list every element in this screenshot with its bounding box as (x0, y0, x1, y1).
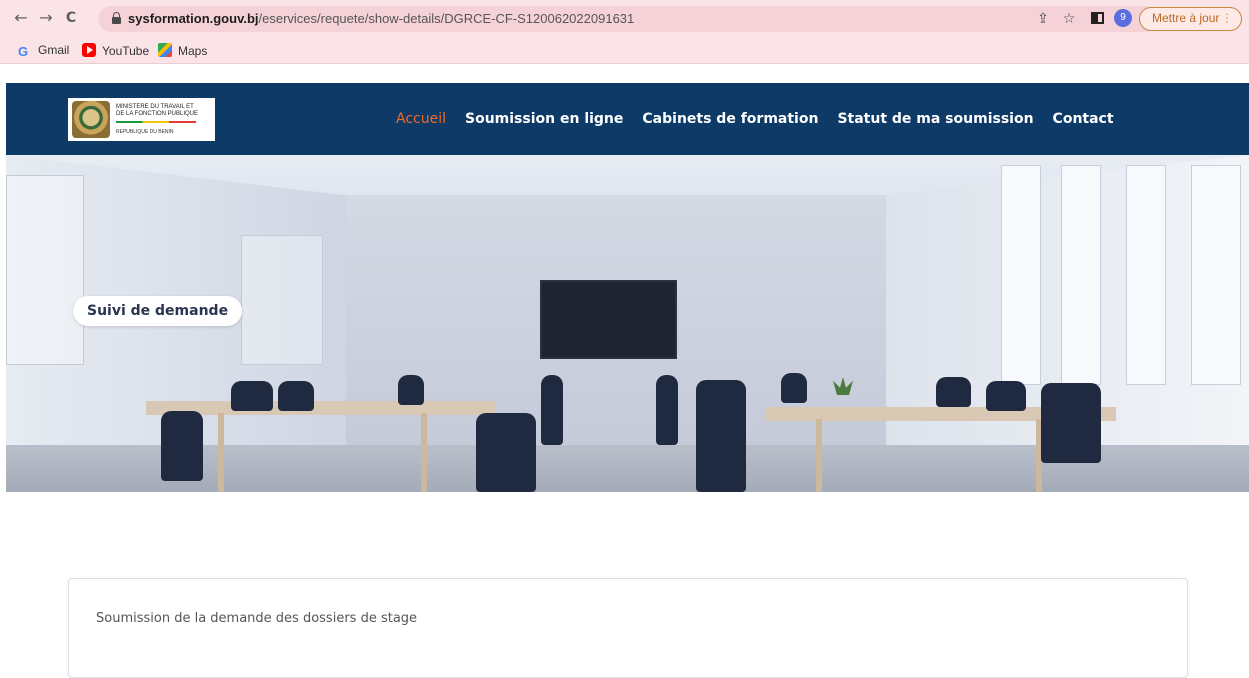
hero-window (1126, 165, 1166, 385)
hero-chair (1041, 383, 1101, 463)
benin-crest-icon (72, 101, 110, 138)
bookmark-star-icon[interactable]: ☆ (1061, 11, 1077, 27)
bookmark-label: Maps (178, 44, 208, 58)
browser-toolbar: ← → C sysformation.gouv.bj/eservices/req… (0, 0, 1249, 38)
update-button[interactable]: Mettre à jour ⋮ (1139, 7, 1242, 31)
url-path: /eservices/requete/show-details/DGRCE-CF… (258, 11, 635, 26)
youtube-icon (82, 43, 96, 57)
hero-table-leg (421, 413, 427, 492)
url-text[interactable]: sysformation.gouv.bj/eservices/requete/s… (128, 11, 634, 26)
suivi-de-demande-badge: Suivi de demande (73, 296, 243, 326)
update-button-label: Mettre à jour (1152, 11, 1220, 25)
bookmark-label: Gmail (38, 43, 70, 57)
side-panel-icon[interactable] (1091, 12, 1104, 24)
card-title: Soumission de la demande des dossiers de… (96, 611, 418, 626)
hero-chair (656, 375, 678, 445)
nav-item-cabinets-de-formation[interactable]: Cabinets de formation (642, 111, 818, 127)
hero-tv-screen (540, 280, 677, 359)
hero-table-leg (816, 419, 822, 492)
nav-item-accueil[interactable]: Accueil (396, 111, 446, 127)
site-header: MINISTERE DU TRAVAIL ET DE LA FONCTION P… (6, 83, 1249, 155)
flag-stripe (116, 121, 196, 123)
hero-chair (398, 375, 424, 405)
hero-window (1061, 165, 1101, 385)
bookmarks-bar: G Gmail YouTube Maps (0, 38, 1249, 64)
reload-icon[interactable]: C (62, 9, 80, 27)
hero-chair (986, 381, 1026, 411)
hero-window (1001, 165, 1041, 385)
address-bar[interactable]: sysformation.gouv.bj/eservices/requete/s… (98, 6, 1158, 32)
hero-chair (936, 377, 971, 407)
back-arrow-icon[interactable]: ← (12, 9, 30, 27)
share-icon[interactable]: ⇪ (1035, 11, 1051, 27)
maps-icon (158, 43, 172, 57)
url-domain: sysformation.gouv.bj (128, 11, 259, 26)
nav-item-contact[interactable]: Contact (1053, 111, 1114, 127)
logo-line-2: DE LA FONCTION PUBLIQUE (116, 111, 199, 117)
more-menu-icon[interactable]: ⋮ (1221, 8, 1233, 29)
hero-chair (781, 373, 807, 403)
logo-line-1: MINISTERE DU TRAVAIL ET (116, 104, 194, 110)
hero-chair (231, 381, 273, 411)
hero-chair (161, 411, 203, 481)
bookmark-label: YouTube (102, 44, 150, 58)
main-nav: Accueil Soumission en ligne Cabinets de … (396, 83, 1114, 155)
nav-item-statut-de-ma-soumission[interactable]: Statut de ma soumission (837, 111, 1033, 127)
ministry-logo[interactable]: MINISTERE DU TRAVAIL ET DE LA FONCTION P… (68, 98, 215, 141)
lock-icon[interactable] (112, 12, 121, 24)
hero-table-leg (218, 413, 224, 492)
profile-avatar[interactable]: 9 (1114, 9, 1132, 27)
hero-banner: Suivi de demande (6, 155, 1249, 492)
hero-chair (541, 375, 563, 445)
google-icon: G (18, 44, 29, 59)
bookmark-youtube[interactable]: YouTube (82, 43, 149, 59)
forward-arrow-icon[interactable]: → (37, 9, 55, 27)
bookmark-gmail[interactable]: G Gmail (18, 43, 69, 59)
hero-chair (278, 381, 314, 411)
nav-item-soumission-en-ligne[interactable]: Soumission en ligne (465, 111, 623, 127)
hero-glass-board (6, 175, 84, 365)
hero-window (1191, 165, 1241, 385)
logo-line-3: REPUBLIQUE DU BENIN (116, 129, 174, 135)
hero-glass-board (241, 235, 323, 365)
bookmark-maps[interactable]: Maps (158, 43, 207, 59)
hero-chair (476, 413, 536, 492)
submission-card: Soumission de la demande des dossiers de… (68, 578, 1188, 678)
browser-chrome: ← → C sysformation.gouv.bj/eservices/req… (0, 0, 1249, 64)
hero-chair (696, 380, 746, 492)
